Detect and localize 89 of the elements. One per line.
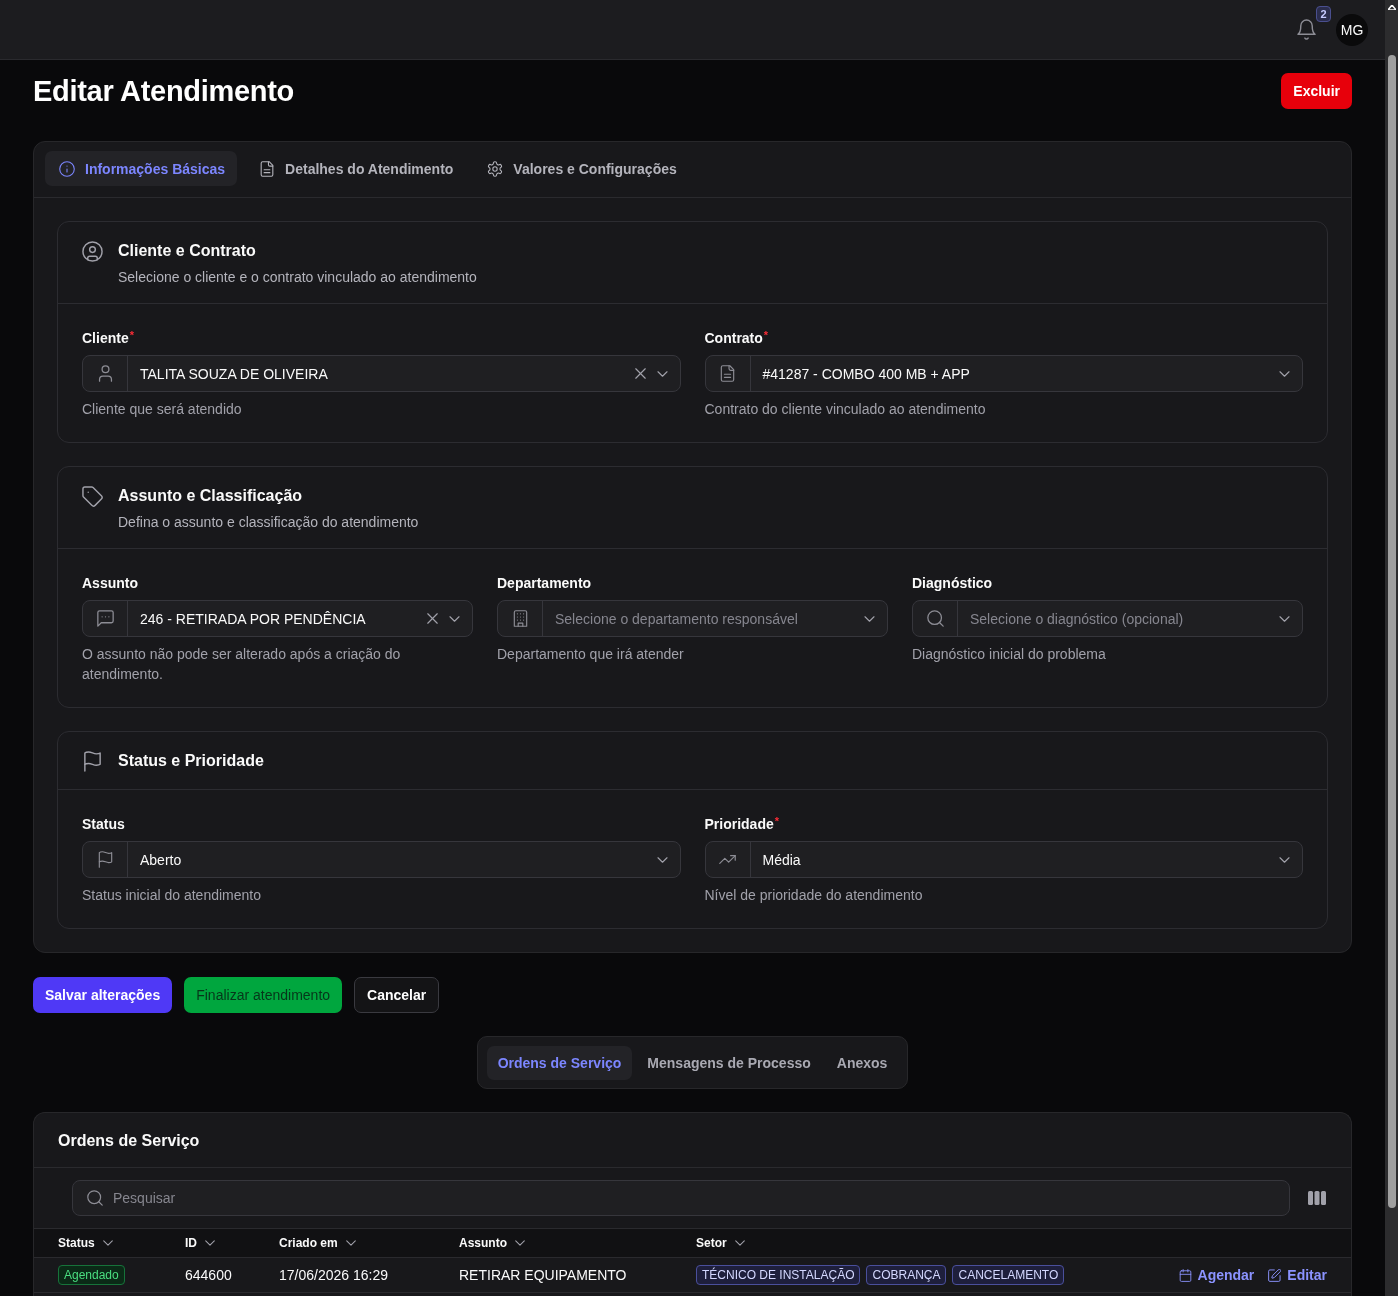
calendar-icon xyxy=(1178,1268,1192,1282)
help-text: O assunto não pode ser alterado após a criação do atendimento. xyxy=(82,645,402,684)
bell-icon[interactable] xyxy=(1297,19,1316,40)
column-header[interactable]: Criado em xyxy=(279,1236,459,1250)
clear-icon[interactable] xyxy=(634,368,646,379)
help-text: Nível de prioridade do atendimento xyxy=(704,886,924,905)
section-subtitle: Defina o assunto e classificação do atendimento xyxy=(118,513,419,532)
document-icon xyxy=(719,365,736,382)
delete-button[interactable]: Excluir xyxy=(1281,73,1352,109)
tab[interactable]: Informações Básicas xyxy=(45,151,238,186)
chevron-down-icon xyxy=(1279,370,1290,377)
section-title: Assunto e Classificação xyxy=(118,486,304,506)
tab[interactable]: Detalhes do Atendimento xyxy=(245,151,466,186)
chevron-down-icon xyxy=(515,1240,525,1246)
chevron-down-icon xyxy=(102,1240,113,1246)
chevron-down-icon xyxy=(734,1240,745,1246)
chevron-down-icon xyxy=(1279,615,1290,622)
column-header[interactable]: Setor xyxy=(696,1236,1327,1250)
gear-icon xyxy=(487,160,504,177)
sector-tag: CANCELAMENTO xyxy=(952,1265,1065,1285)
scroll-up-icon[interactable] xyxy=(1387,5,1396,10)
finish-button[interactable]: Finalizar atendimento xyxy=(184,977,343,1013)
chevron-down-icon xyxy=(656,370,668,377)
chevron-down-icon xyxy=(345,1240,356,1246)
chevron-down-icon xyxy=(864,615,875,622)
flag-icon xyxy=(96,851,114,868)
table-cell-text: 644600 xyxy=(185,1267,233,1283)
clear-icon[interactable] xyxy=(427,613,438,624)
chevron-down-icon xyxy=(1279,856,1290,863)
column-header[interactable]: Status xyxy=(58,1236,185,1250)
select-field[interactable]: Aberto xyxy=(82,841,681,878)
info-icon xyxy=(59,160,75,177)
columns-icon[interactable] xyxy=(1308,1191,1326,1205)
chevron-down-icon xyxy=(656,856,668,863)
schedule-link[interactable]: Agendar xyxy=(1178,1267,1255,1283)
select-field[interactable]: Selecione o diagnóstico (opcional) xyxy=(912,600,1303,637)
help-text: Diagnóstico inicial do problema xyxy=(912,645,1107,664)
save-button[interactable]: Salvar alterações xyxy=(33,977,173,1013)
search-field[interactable]: Pesquisar xyxy=(72,1180,1290,1216)
search-icon xyxy=(926,610,944,627)
field-label: Contrato$^{*}$ xyxy=(704,328,770,348)
tab[interactable]: Valores e Configurações xyxy=(473,151,689,186)
help-text: Cliente que será atendido xyxy=(82,400,243,419)
help-text: Status inicial do atendimento xyxy=(82,886,262,905)
section-title: Status e Prioridade xyxy=(118,751,264,771)
chevron-down-icon xyxy=(449,615,460,622)
chat-icon xyxy=(96,610,114,627)
column-header[interactable]: ID xyxy=(185,1236,279,1250)
cancel-button[interactable]: Cancelar xyxy=(354,977,440,1013)
help-text: Departamento que irá atender xyxy=(497,645,685,664)
edit-icon xyxy=(1268,1268,1282,1282)
user-circle-icon xyxy=(82,241,103,262)
tab[interactable]: Mensagens de Processo xyxy=(636,1046,822,1080)
chevron-down-icon xyxy=(205,1240,215,1246)
field-label: Assunto xyxy=(82,574,139,593)
search-icon xyxy=(87,1190,103,1206)
table-cell-text: 17/06/2026 16:29 xyxy=(279,1267,389,1283)
flag-icon xyxy=(82,751,103,772)
user-icon xyxy=(96,365,114,382)
help-text: Contrato do cliente vinculado ao atendimento xyxy=(704,400,987,419)
user-avatar[interactable]: MG xyxy=(1336,13,1368,46)
column-header[interactable]: Assunto xyxy=(459,1236,696,1250)
tag-icon xyxy=(82,486,103,507)
field-label: Diagnóstico xyxy=(912,574,994,593)
select-field[interactable]: Selecione o departamento responsável xyxy=(497,600,888,637)
notification-badge: 2 xyxy=(1316,6,1331,22)
document-icon xyxy=(259,160,276,177)
select-field[interactable]: 246 - RETIRADA POR PENDÊNCIA xyxy=(82,600,473,637)
page-title: Editar Atendimento xyxy=(33,74,294,109)
edit-link[interactable]: Editar xyxy=(1268,1267,1327,1283)
select-field[interactable]: TALITA SOUZA DE OLIVEIRA xyxy=(82,355,681,392)
status-badge: Agendado xyxy=(58,1265,125,1285)
building-icon xyxy=(511,610,529,627)
sector-tag: TÉCNICO DE INSTALAÇÃO xyxy=(696,1265,861,1285)
field-label: Prioridade$^{*}$ xyxy=(704,814,781,834)
tab[interactable]: Ordens de Serviço xyxy=(486,1046,633,1080)
sector-tag: COBRANÇA xyxy=(866,1265,947,1285)
table-cell-text: RETIRAR EQUIPAMENTO xyxy=(459,1267,628,1283)
scrollbar-thumb[interactable] xyxy=(1387,55,1396,1208)
section-subtitle: Selecione o cliente e o contrato vinculado ao atendimento xyxy=(118,268,477,287)
select-field[interactable]: #41287 - COMBO 400 MB + APP xyxy=(704,355,1303,392)
field-label: Cliente$^{*}$ xyxy=(82,328,135,348)
section-title: Cliente e Contrato xyxy=(118,241,257,261)
scrollbar[interactable] xyxy=(1385,0,1398,1296)
field-label: Status xyxy=(82,815,126,834)
select-field[interactable]: Média xyxy=(704,841,1303,878)
card-title: Ordens de Serviço xyxy=(58,1131,201,1151)
tab[interactable]: Anexos xyxy=(825,1046,899,1080)
field-label: Departamento xyxy=(497,574,593,593)
